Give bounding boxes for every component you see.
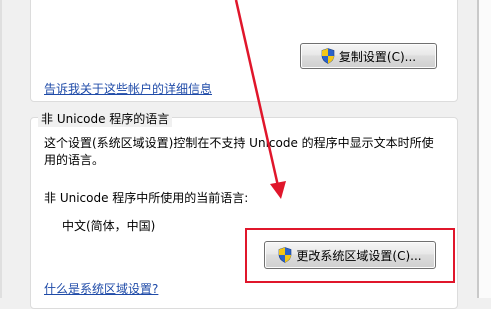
copy-settings-label: 复制设置(C)... [338,49,417,64]
account-details-link[interactable]: 告诉我关于这些帐户的详细信息 [44,80,212,97]
highlight-box [245,228,455,283]
description-line-2: 用的语言。 [44,153,105,167]
right-strip [479,0,491,298]
left-border [0,0,2,298]
current-language-value: 中文(简体，中国) [62,219,156,233]
non-unicode-group-legend: 非 Unicode 程序的语言 [38,110,173,127]
current-language-label: 非 Unicode 程序中所使用的当前语言: [44,191,249,205]
copy-settings-button[interactable]: 复制设置(C)... [300,43,437,69]
description-line-1: 这个设置(系统区域设置)控制在不支持 Unicode 的程序中显示文本时所使 [44,136,434,150]
uac-shield-icon [321,48,335,64]
system-locale-help-link[interactable]: 什么是系统区域设置? [44,280,158,297]
